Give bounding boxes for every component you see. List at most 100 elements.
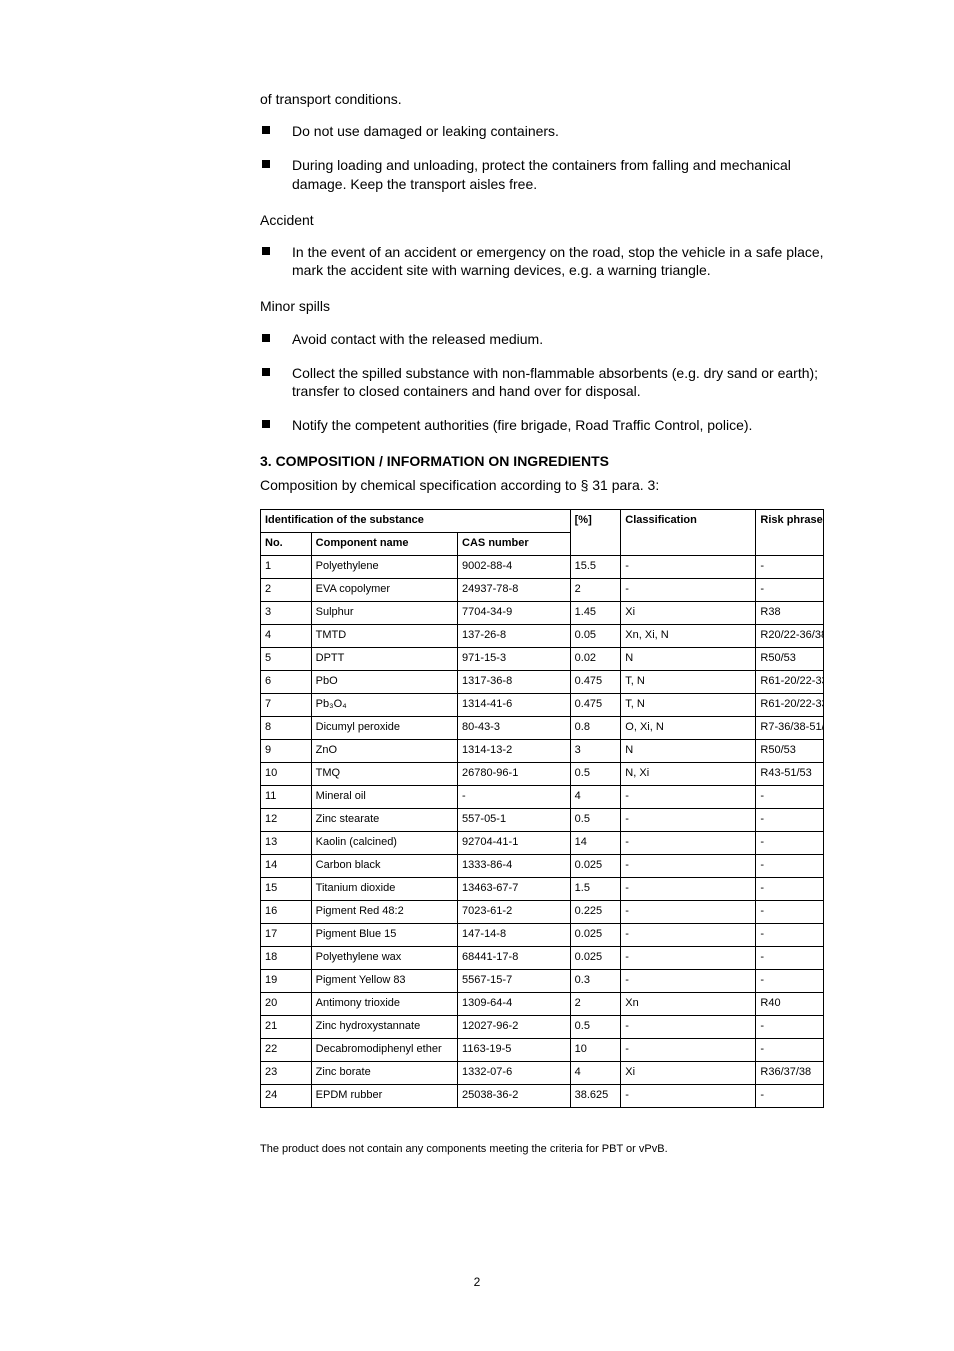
spill-bullets: Avoid contact with the released medium. … [260, 330, 824, 435]
table-cell: - [621, 1084, 756, 1107]
bullet-item: Avoid contact with the released medium. [260, 330, 824, 348]
table-cell: 21 [261, 1015, 312, 1038]
group-header-id: Identification of the substance [261, 509, 571, 532]
table-cell: - [756, 923, 824, 946]
table-cell: 13463-67-7 [458, 877, 571, 900]
table-cell: 2 [570, 578, 621, 601]
table-cell: - [621, 1038, 756, 1061]
table-row: 15Titanium dioxide13463-67-71.5-- [261, 877, 824, 900]
table-cell: - [621, 555, 756, 578]
table-cell: R38 [756, 601, 824, 624]
accident-heading: Accident [260, 211, 824, 229]
table-cell: - [756, 900, 824, 923]
table-cell: 4 [570, 785, 621, 808]
table-cell: R61-20/22-33-50/53-62 [756, 670, 824, 693]
table-cell: R50/53 [756, 647, 824, 670]
table-cell: 4 [261, 624, 312, 647]
table-cell: 3 [570, 739, 621, 762]
table-cell: 147-14-8 [458, 923, 571, 946]
bullet-text: Collect the spilled substance with non-f… [292, 364, 824, 400]
table-row: 14Carbon black1333-86-40.025-- [261, 854, 824, 877]
table-cell: N [621, 739, 756, 762]
table-cell: 14 [261, 854, 312, 877]
table-cell: T, N [621, 670, 756, 693]
table-cell: 24 [261, 1084, 312, 1107]
table-cell: 0.225 [570, 900, 621, 923]
table-cell: - [621, 808, 756, 831]
table-cell: - [756, 1038, 824, 1061]
table-cell: Kaolin (calcined) [311, 831, 457, 854]
section-3-title: 3. COMPOSITION / INFORMATION ON INGREDIE… [260, 452, 824, 470]
table-cell: - [756, 1084, 824, 1107]
table-row: 10TMQ26780-96-10.5N, XiR43-51/53 [261, 762, 824, 785]
table-cell: 12 [261, 808, 312, 831]
table-cell: 23 [261, 1061, 312, 1084]
bullet-text: Notify the competent authorities (fire b… [292, 416, 824, 434]
table-cell: 1314-13-2 [458, 739, 571, 762]
table-cell: 15.5 [570, 555, 621, 578]
table-cell: EVA copolymer [311, 578, 457, 601]
bullet-text: Avoid contact with the released medium. [292, 330, 824, 348]
table-cell: N, Xi [621, 762, 756, 785]
table-cell: 1317-36-8 [458, 670, 571, 693]
table-cell: 7023-61-2 [458, 900, 571, 923]
bullet-item: Do not use damaged or leaking containers… [260, 122, 824, 140]
table-cell: 80-43-3 [458, 716, 571, 739]
table-cell: Antimony trioxide [311, 992, 457, 1015]
col-header-name: Component name [311, 532, 457, 555]
table-cell: 17 [261, 923, 312, 946]
table-cell: 4 [570, 1061, 621, 1084]
table-cell: 1.45 [570, 601, 621, 624]
accident-bullets: In the event of an accident or emergency… [260, 243, 824, 279]
table-cell: Zinc borate [311, 1061, 457, 1084]
table-cell: Xi [621, 601, 756, 624]
table-cell: - [621, 854, 756, 877]
table-cell: 19 [261, 969, 312, 992]
table-cell: 0.5 [570, 762, 621, 785]
col-header-haz: Classification [621, 509, 756, 555]
table-row: 17Pigment Blue 15147-14-80.025-- [261, 923, 824, 946]
table-cell: EPDM rubber [311, 1084, 457, 1107]
table-cell: 557-05-1 [458, 808, 571, 831]
table-cell: Zinc stearate [311, 808, 457, 831]
table-cell: 92704-41-1 [458, 831, 571, 854]
page-number: 2 [474, 1275, 481, 1291]
bullet-text: Do not use damaged or leaking containers… [292, 122, 824, 140]
table-cell: 5 [261, 647, 312, 670]
bullet-item: During loading and unloading, protect th… [260, 156, 824, 192]
table-row: 6PbO1317-36-80.475T, NR61-20/22-33-50/53… [261, 670, 824, 693]
table-cell: 2 [261, 578, 312, 601]
table-cell: Decabromodiphenyl ether [311, 1038, 457, 1061]
handling-bullets: Do not use damaged or leaking containers… [260, 122, 824, 193]
table-cell: PbO [311, 670, 457, 693]
table-cell: - [756, 1015, 824, 1038]
table-cell: - [756, 578, 824, 601]
table-cell: 0.3 [570, 969, 621, 992]
table-cell: TMQ [311, 762, 457, 785]
table-cell: 2 [570, 992, 621, 1015]
table-row: 18Polyethylene wax68441-17-80.025-- [261, 946, 824, 969]
table-cell: - [621, 785, 756, 808]
table-cell: - [621, 900, 756, 923]
table-cell: - [621, 969, 756, 992]
table-cell: 1309-64-4 [458, 992, 571, 1015]
table-cell: T, N [621, 693, 756, 716]
table-cell: Polyethylene wax [311, 946, 457, 969]
table-cell: Pigment Yellow 83 [311, 969, 457, 992]
table-cell: 10 [261, 762, 312, 785]
table-cell: 14 [570, 831, 621, 854]
table-cell: 3 [261, 601, 312, 624]
table-cell: - [756, 808, 824, 831]
table-cell: 25038-36-2 [458, 1084, 571, 1107]
table-cell: Pigment Blue 15 [311, 923, 457, 946]
composition-table: Identification of the substance [%] Clas… [260, 509, 824, 1108]
table-cell: - [621, 946, 756, 969]
table-cell: 0.025 [570, 854, 621, 877]
table-cell: 9002-88-4 [458, 555, 571, 578]
table-cell: 16 [261, 900, 312, 923]
table-cell: - [621, 877, 756, 900]
table-cell: Dicumyl peroxide [311, 716, 457, 739]
table-cell: - [756, 969, 824, 992]
table-cell: - [756, 555, 824, 578]
table-cell: 1314-41-6 [458, 693, 571, 716]
